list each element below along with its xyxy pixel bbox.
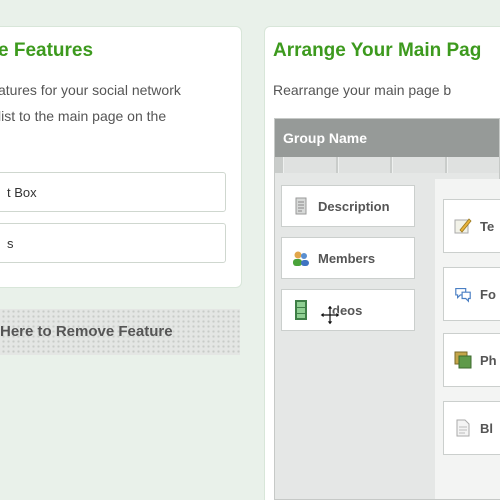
widget-label: Description bbox=[318, 198, 390, 214]
widget-label: Fo bbox=[480, 286, 496, 302]
remove-feature-drop-zone[interactable]: Here to Remove Feature bbox=[0, 309, 240, 355]
right-column-drop-area[interactable]: Te Fo Ph Bl bbox=[435, 179, 500, 499]
move-cursor-icon bbox=[319, 304, 341, 326]
forum-icon bbox=[454, 285, 472, 303]
text-edit-icon bbox=[454, 217, 472, 235]
tab-placeholder bbox=[392, 157, 445, 173]
blog-icon bbox=[454, 419, 472, 437]
tab-placeholder bbox=[283, 157, 336, 173]
group-name-header: Group Name bbox=[275, 119, 499, 157]
widget-photos[interactable]: Ph bbox=[443, 333, 500, 387]
photos-icon bbox=[454, 351, 472, 369]
widget-forum[interactable]: Fo bbox=[443, 267, 500, 321]
description-icon bbox=[292, 197, 310, 215]
widget-videos[interactable]: deos bbox=[281, 289, 415, 331]
main-page-layout-preview: Group Name Description Members deos Te F… bbox=[274, 118, 500, 500]
feature-item-text-box[interactable]: t Box bbox=[0, 172, 226, 212]
tab-placeholder bbox=[337, 157, 390, 173]
members-icon bbox=[292, 249, 310, 267]
tab-strip bbox=[275, 157, 499, 173]
feature-panel-desc-line2: list to the main page on the bbox=[0, 108, 167, 124]
feature-panel-title: e Features bbox=[0, 40, 94, 61]
arrange-panel-desc: Rearrange your main page b bbox=[273, 82, 452, 98]
feature-panel-desc-line1: atures for your social network bbox=[0, 82, 181, 98]
widget-label: Ph bbox=[480, 352, 497, 368]
feature-item[interactable]: s bbox=[0, 223, 226, 263]
widget-label: Members bbox=[318, 250, 376, 266]
widget-label: Bl bbox=[480, 420, 493, 436]
widget-members[interactable]: Members bbox=[281, 237, 415, 279]
left-column-drop-area[interactable]: Description Members deos bbox=[281, 179, 427, 499]
widget-label: Te bbox=[480, 218, 495, 234]
videos-icon bbox=[292, 300, 310, 320]
widget-description[interactable]: Description bbox=[281, 185, 415, 227]
widget-text[interactable]: Te bbox=[443, 199, 500, 253]
tab-placeholder bbox=[446, 157, 499, 173]
arrange-panel-title: Arrange Your Main Pag bbox=[273, 40, 482, 61]
widget-blog[interactable]: Bl bbox=[443, 401, 500, 455]
